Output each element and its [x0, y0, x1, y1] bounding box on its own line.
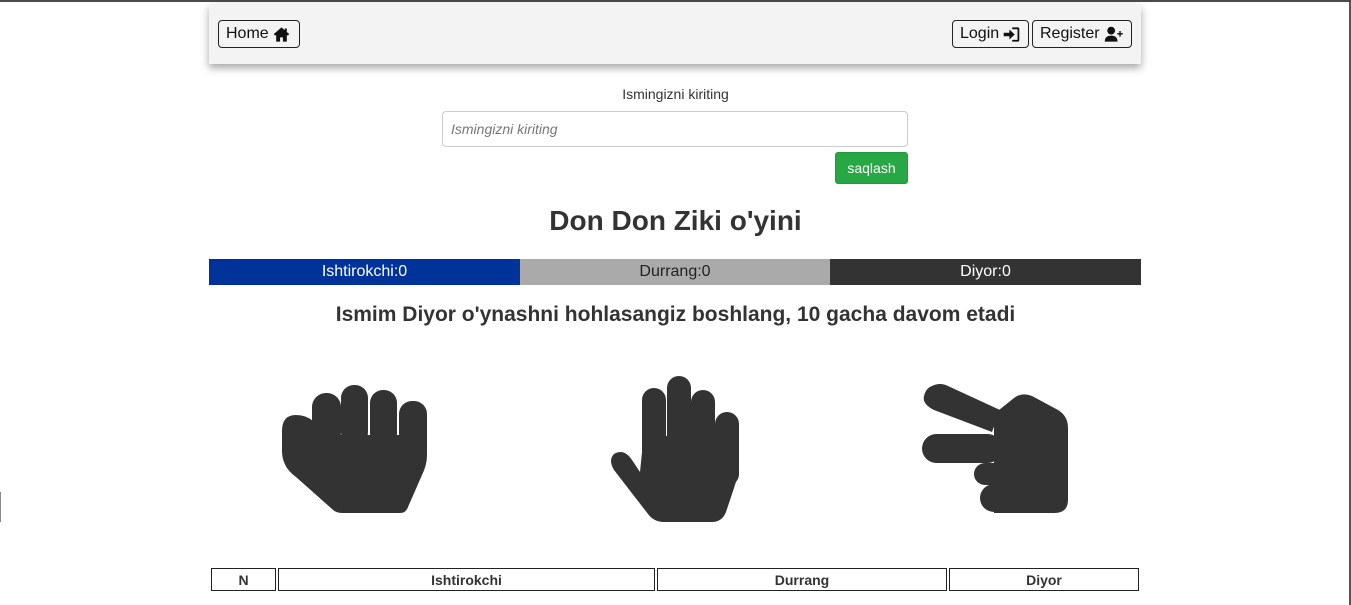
- login-button[interactable]: Login: [952, 20, 1029, 48]
- hand-paper-icon: [611, 376, 739, 522]
- paper-choice[interactable]: [610, 376, 740, 522]
- draw-score: Durrang:0: [520, 259, 830, 285]
- column-header-n: N: [211, 568, 276, 591]
- column-header-draw: Durrang: [657, 568, 947, 591]
- column-header-player: Ishtirokchi: [278, 568, 655, 591]
- scoreboard: Ishtirokchi:0 Durrang:0 Diyor:0: [209, 259, 1141, 285]
- name-input[interactable]: [442, 111, 908, 147]
- register-button[interactable]: Register: [1032, 20, 1132, 48]
- scissors-choice[interactable]: [922, 384, 1069, 513]
- sign-in-icon: [1003, 26, 1020, 42]
- user-plus-icon: [1104, 26, 1123, 42]
- results-table: N Ishtirokchi Durrang Diyor: [209, 566, 1141, 593]
- results-header-row: N Ishtirokchi Durrang Diyor: [211, 568, 1139, 591]
- home-label: Home: [226, 25, 269, 42]
- login-label: Login: [960, 25, 1000, 42]
- navbar: Home Login Register: [209, 4, 1141, 64]
- rock-choice[interactable]: [282, 385, 428, 513]
- home-icon: [273, 26, 289, 42]
- window-edge-left: [0, 492, 1, 522]
- hand-scissors-icon: [922, 384, 1068, 513]
- intro-text: Ismim Diyor o'ynashni hohlasangiz boshla…: [335, 303, 1016, 326]
- home-button[interactable]: Home: [218, 20, 300, 48]
- player-score: Ishtirokchi:0: [209, 259, 520, 285]
- name-label: Ismingizni kiriting: [622, 86, 729, 102]
- save-button[interactable]: saqlash: [835, 152, 908, 184]
- bot-score: Diyor:0: [830, 259, 1141, 285]
- column-header-bot: Diyor: [949, 568, 1139, 591]
- hand-rock-icon: [282, 385, 427, 513]
- game-title: Don Don Ziki o'yini: [549, 205, 802, 236]
- register-label: Register: [1040, 25, 1100, 42]
